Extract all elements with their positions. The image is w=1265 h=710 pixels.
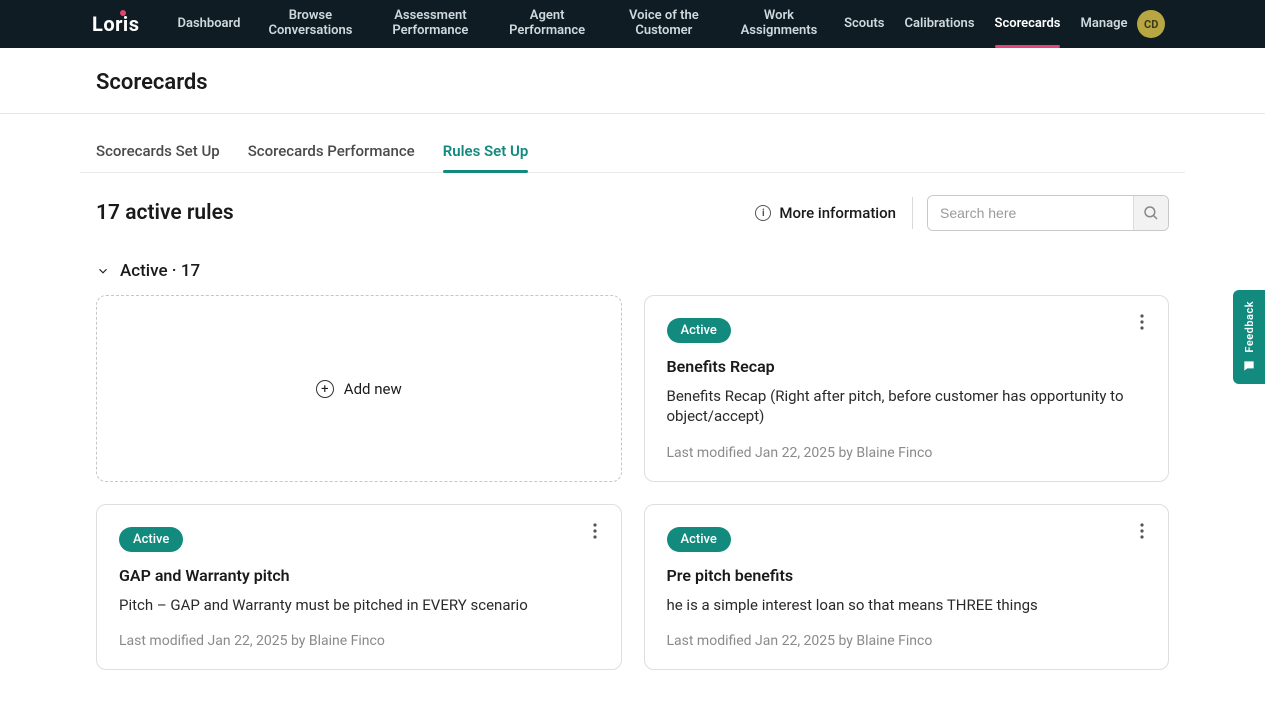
search-input[interactable] [928,196,1133,230]
nav-voice-of-customer[interactable]: Voice of the Customer [604,0,724,48]
chevron-down-icon [96,264,110,278]
rule-card[interactable]: Active Benefits Recap Benefits Recap (Ri… [644,295,1170,482]
rule-meta: Last modified Jan 22, 2025 by Blaine Fin… [119,633,599,649]
nav-scorecards[interactable]: Scorecards [985,0,1071,48]
status-badge: Active [667,527,731,552]
active-rule-count: 17 active rules [96,201,234,225]
section-active-label: Active · 17 [120,261,200,281]
chat-bubble-icon [1242,359,1256,373]
kebab-icon [1140,314,1144,330]
subtabs: Scorecards Set Up Scorecards Performance… [80,114,1185,173]
nav-manage[interactable]: Manage [1070,0,1137,48]
search-box [927,195,1169,231]
rule-card[interactable]: Active Pre pitch benefits he is a simple… [644,504,1170,670]
section-active-toggle[interactable]: Active · 17 [80,231,1185,295]
nav-work-assignments[interactable]: Work Assignments [724,0,834,48]
nav-calibrations[interactable]: Calibrations [894,0,984,48]
more-information-label: More information [779,204,896,222]
user-avatar[interactable]: CD [1137,10,1165,38]
page: Scorecards Scorecards Set Up Scorecards … [0,48,1265,710]
rule-description: Pitch – GAP and Warranty must be pitched… [119,595,599,615]
feedback-tab[interactable]: Feedback [1233,290,1265,384]
rule-description: Benefits Recap (Right after pitch, befor… [667,386,1147,427]
rule-cards-grid: + Add new Active Benefits Recap Benefits… [80,295,1185,670]
kebab-icon [1140,523,1144,539]
search-icon [1142,204,1160,222]
nav-dashboard[interactable]: Dashboard [168,0,251,48]
rule-meta: Last modified Jan 22, 2025 by Blaine Fin… [667,633,1147,649]
nav-items: Dashboard Browse Conversations Assessmen… [168,0,1138,48]
tab-scorecards-setup[interactable]: Scorecards Set Up [96,132,220,172]
add-new-rule-card[interactable]: + Add new [96,295,622,482]
rule-description: he is a simple interest loan so that mea… [667,595,1147,615]
info-icon: i [755,205,771,221]
card-menu-button[interactable] [1132,312,1152,332]
nav-agent-performance[interactable]: Agent Performance [490,0,603,48]
status-badge: Active [667,318,731,343]
status-badge: Active [119,527,183,552]
brand-dot-icon [120,10,126,16]
rule-title: Benefits Recap [667,357,1147,376]
rule-title: GAP and Warranty pitch [119,566,599,585]
more-information-link[interactable]: i More information [755,197,913,229]
page-title: Scorecards [80,48,1185,113]
search-button[interactable] [1133,196,1168,230]
kebab-icon [593,523,597,539]
add-new-label: Add new [344,380,402,398]
nav-scouts[interactable]: Scouts [834,0,894,48]
rule-title: Pre pitch benefits [667,566,1147,585]
nav-assessment-performance[interactable]: Assessment Performance [370,0,490,48]
brand-logo[interactable]: Loris [92,12,140,36]
nav-browse-conversations[interactable]: Browse Conversations [250,0,370,48]
toolbar: 17 active rules i More information [80,173,1185,231]
tab-rules-setup[interactable]: Rules Set Up [443,132,529,172]
rule-card[interactable]: Active GAP and Warranty pitch Pitch – GA… [96,504,622,670]
tab-scorecards-performance[interactable]: Scorecards Performance [248,132,415,172]
card-menu-button[interactable] [1132,521,1152,541]
card-menu-button[interactable] [585,521,605,541]
plus-circle-icon: + [316,380,334,398]
feedback-label: Feedback [1243,301,1256,353]
brand-name: Loris [92,12,140,36]
top-nav: Loris Dashboard Browse Conversations Ass… [0,0,1265,48]
rule-meta: Last modified Jan 22, 2025 by Blaine Fin… [667,445,1147,461]
